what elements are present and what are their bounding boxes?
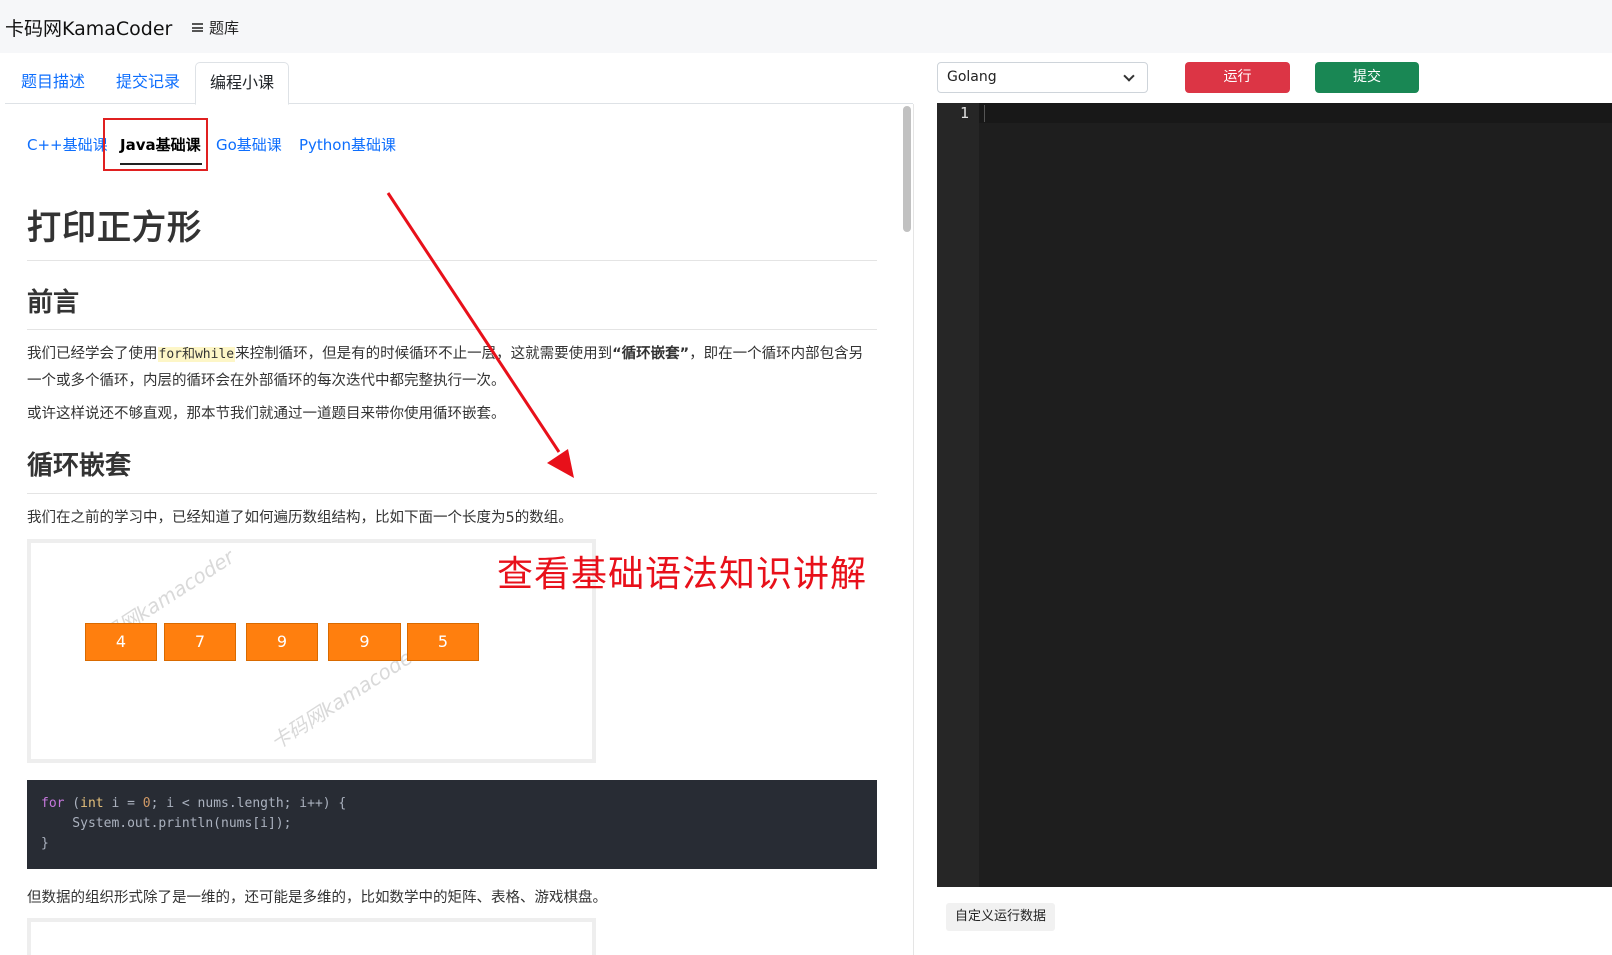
text-cursor [984,105,985,122]
subtab-cpp[interactable]: C++基础课 [27,134,108,155]
problem-tabs: 题目描述 提交记录 编程小课 [5,62,913,105]
tab-description[interactable]: 题目描述 [21,62,85,104]
nav-problemset[interactable]: 题库 [192,17,239,38]
array-cell: 9 [328,623,401,661]
line-number: 1 [959,104,969,122]
bold-term: “循环嵌套” [612,346,690,362]
code-editor[interactable]: 1 [937,103,1612,887]
divider [27,493,877,494]
content-scrollbar-thumb[interactable] [903,106,911,232]
top-navbar: 卡码网KamaCoder 题库 [0,0,1612,53]
language-select-value: Golang [947,69,997,85]
intro-paragraph: 我们已经学会了使用for和while来控制循环，但是有的时候循环不止一层，这就需… [27,346,864,389]
language-select[interactable]: Golang [937,62,1148,93]
brand-logo[interactable]: 卡码网KamaCoder [5,14,172,41]
subtab-go[interactable]: Go基础课 [216,134,282,155]
editor-gutter: 1 [937,103,979,887]
nested-paragraph-2: 但数据的组织形式除了是一维的，还可能是多维的，比如数学中的矩阵、表格、游戏棋盘。 [27,890,607,906]
annotation-text: 查看基础语法知识讲解 [497,554,868,595]
run-button[interactable]: 运行 [1185,62,1290,93]
annotation-highlight-box [103,118,208,171]
custom-run-data-button[interactable]: 自定义运行数据 [946,903,1056,931]
divider [27,260,877,261]
section-heading-preface: 前言 [27,288,80,318]
active-line-highlight [979,103,1612,123]
intro-paragraph-2: 或许这样说还不够直观，那本节我们就通过一道题目来带你使用循环嵌套。 [27,406,506,422]
nav-problemset-label: 题库 [209,19,240,37]
course-content: C++基础课 Java基础课 Go基础课 Python基础课 打印正方形 前言 … [27,104,877,955]
subtab-python[interactable]: Python基础课 [299,134,396,155]
matrix-illustration [27,918,596,955]
array-cell: 9 [246,623,318,661]
tab-mini-course[interactable]: 编程小课 [195,62,289,105]
code-block: for (int i = 0; i < nums.length; i++) { … [27,780,877,869]
nested-paragraph-1: 我们在之前的学习中，已经知道了如何遍历数组结构，比如下面一个长度为5的数组。 [27,510,573,526]
inline-code: for和while [157,347,236,362]
array-cell: 5 [407,623,479,661]
divider [27,329,877,330]
chevron-down-icon [1123,70,1135,82]
array-cell: 4 [85,623,157,661]
tab-submissions[interactable]: 提交记录 [116,62,180,104]
page-title: 打印正方形 [27,208,202,248]
pane-divider[interactable] [913,104,914,955]
submit-button[interactable]: 提交 [1315,62,1419,93]
section-heading-nested-loops: 循环嵌套 [27,451,132,481]
array-cell: 7 [164,623,236,661]
menu-icon [192,23,203,32]
